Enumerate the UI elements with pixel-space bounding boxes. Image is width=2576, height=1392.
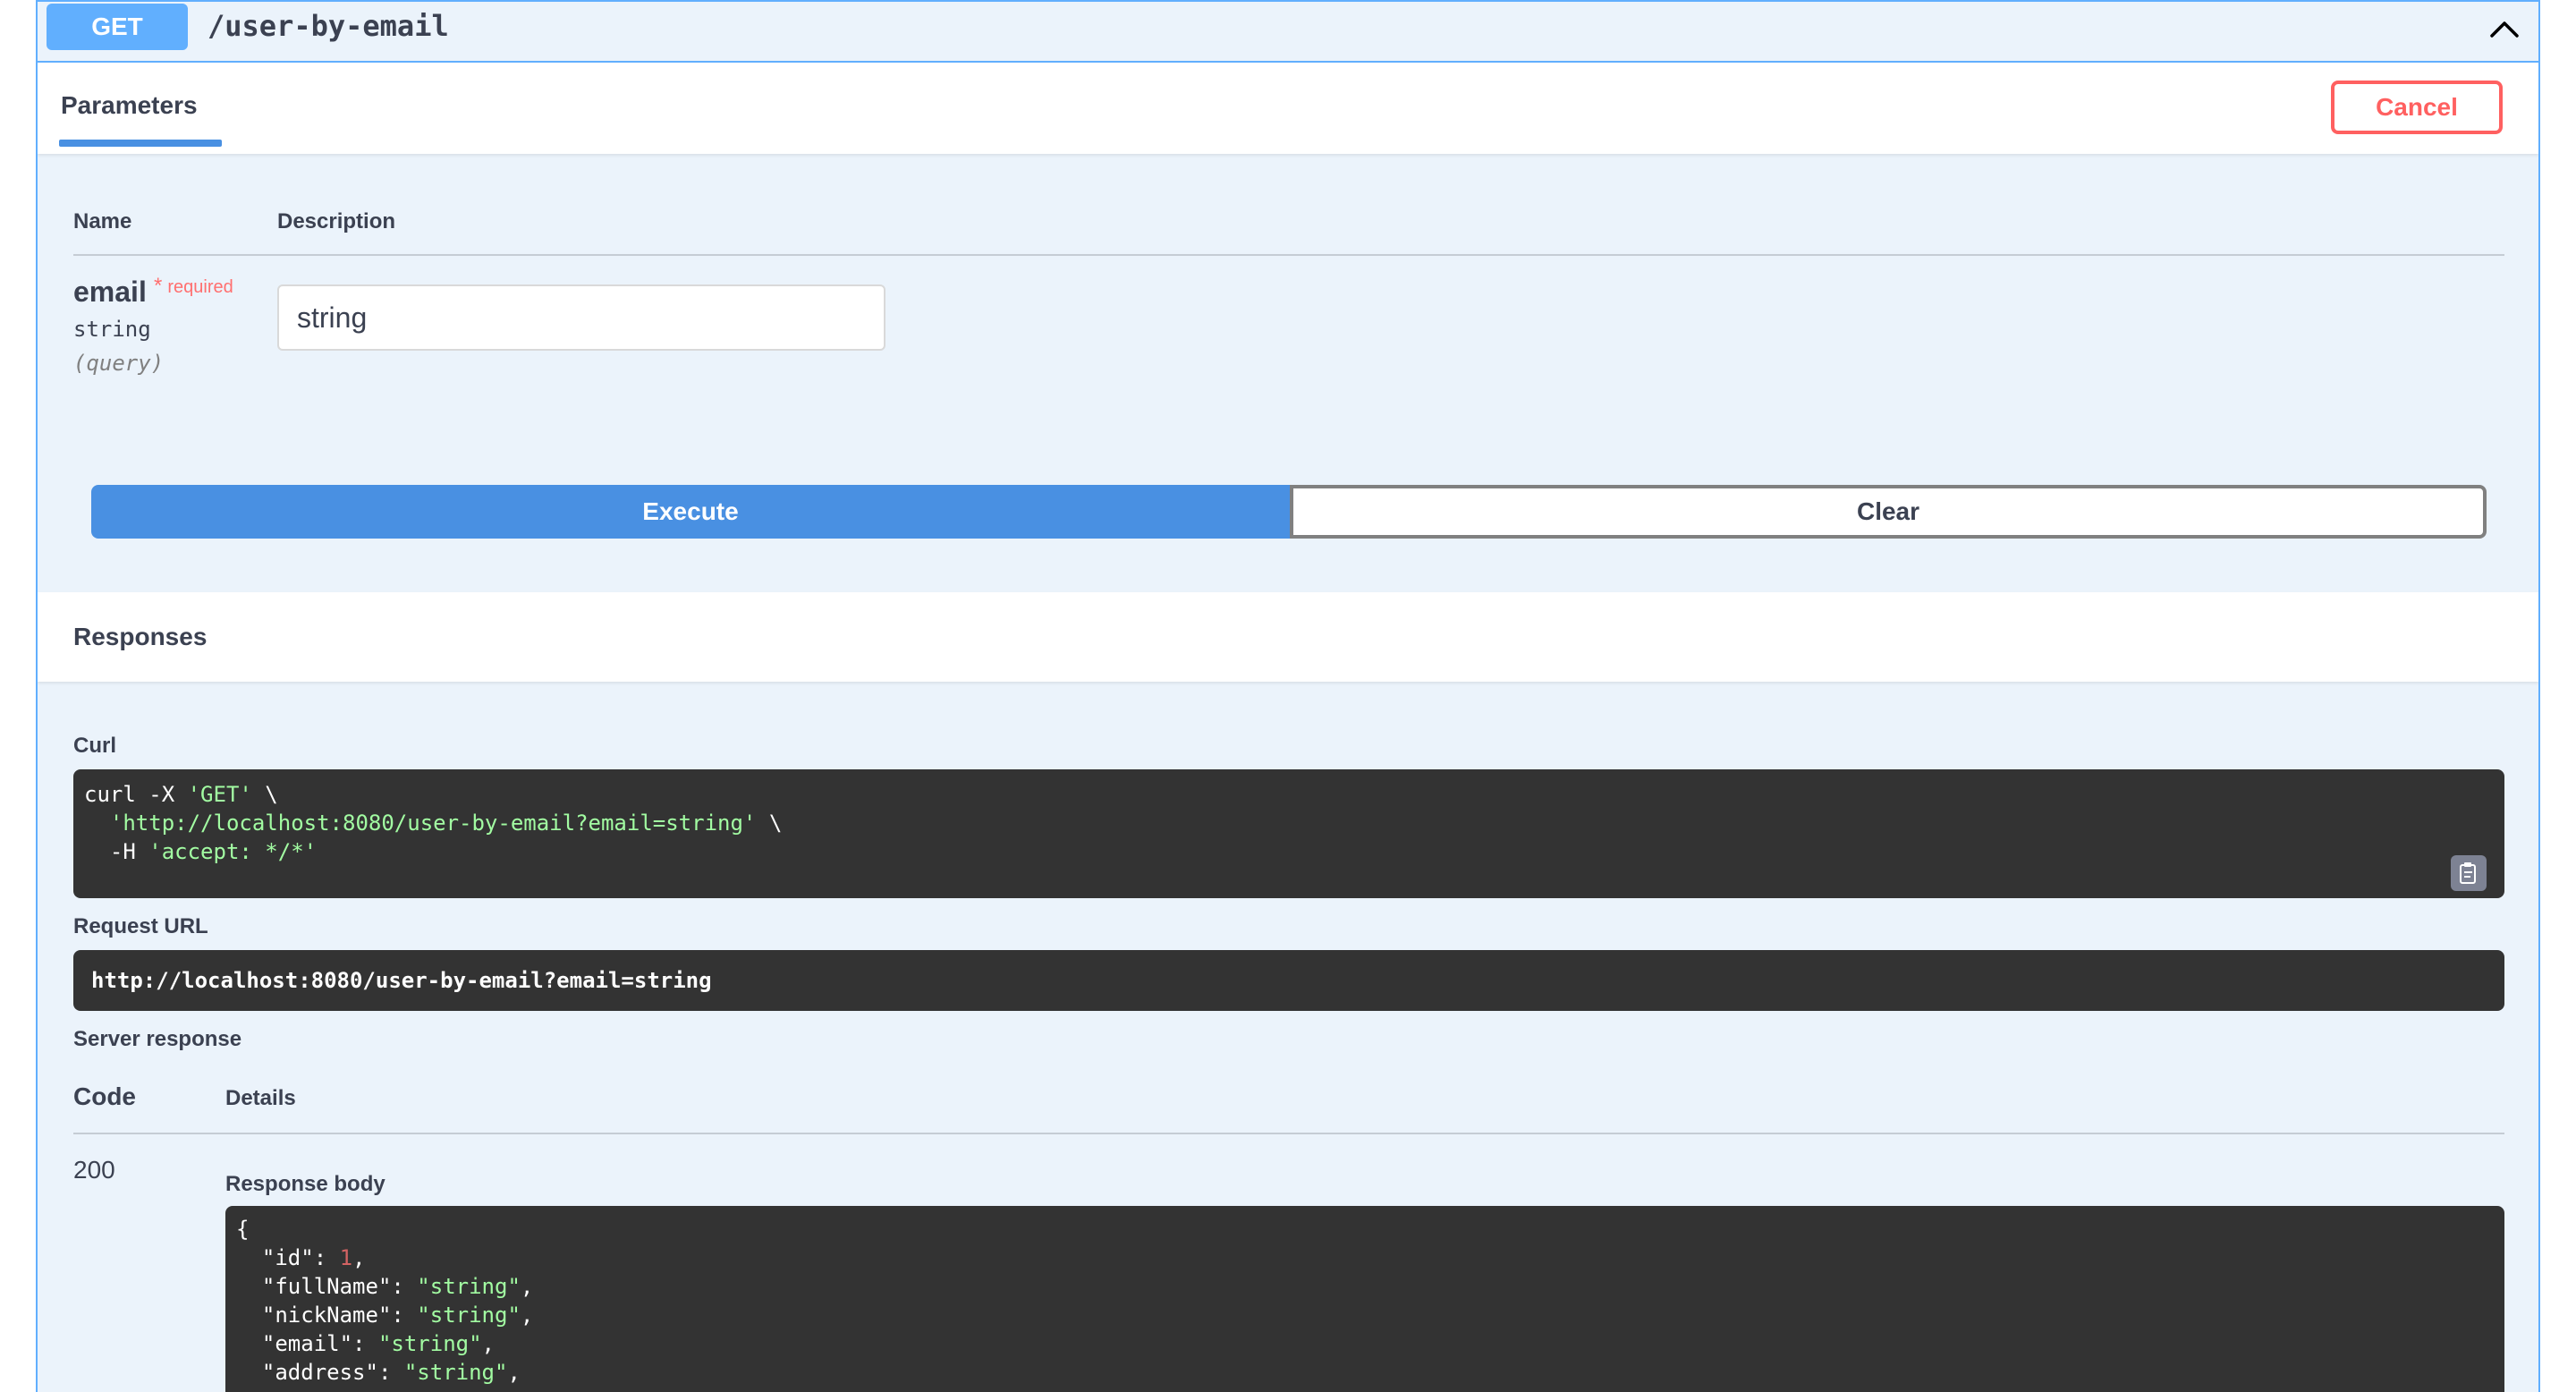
code-string: 'accept: */*' (148, 839, 318, 864)
code-text: "address": (236, 1360, 404, 1385)
http-method-badge: GET (47, 4, 188, 50)
json-line: "nickName": "string", (236, 1301, 2494, 1329)
operation-block: GET /user-by-email Parameters Cancel Nam… (36, 0, 2540, 1392)
tab-parameters[interactable]: Parameters (61, 91, 198, 120)
responses-title: Responses (73, 623, 208, 650)
column-header-details: Details (225, 1086, 296, 1110)
code-text: "id": (236, 1245, 340, 1270)
clipboard-icon[interactable] (2451, 855, 2487, 891)
code-text: -H (84, 839, 149, 864)
responses-header: Responses (38, 592, 2538, 682)
code-text: , (520, 1303, 534, 1328)
code-text: "email": (236, 1331, 378, 1356)
code-text: , (520, 1274, 534, 1299)
code-text: \ (756, 811, 783, 836)
code-text: "nickName": (236, 1303, 418, 1328)
endpoint-path: /user-by-email (208, 9, 449, 43)
chevron-up-icon[interactable] (2487, 11, 2522, 47)
code-text: { (236, 1217, 250, 1242)
clipboard-icon-graphic (2460, 862, 2476, 884)
code-string: 'http://localhost:8080/user-by-email?ema… (109, 811, 757, 836)
code-string: 'GET' (187, 782, 252, 807)
divider (73, 254, 2504, 256)
required-star: * (154, 274, 163, 298)
execute-button[interactable]: Execute (91, 485, 1290, 539)
param-name: email (73, 276, 147, 308)
request-url-value: http://localhost:8080/user-by-email?emai… (73, 950, 2504, 1011)
code-string: "string" (403, 1360, 508, 1385)
clear-button[interactable]: Clear (1290, 485, 2487, 539)
response-body-label: Response body (225, 1172, 386, 1196)
cancel-button[interactable]: Cancel (2331, 81, 2503, 134)
json-line: { (236, 1215, 2494, 1243)
json-line: "id": 1, (236, 1243, 2494, 1272)
curl-code-block: curl -X 'GET' \ 'http://localhost:8080/u… (73, 769, 2504, 898)
code-text: \ (251, 782, 278, 807)
code-text: "fullName": (236, 1274, 418, 1299)
curl-label: Curl (73, 734, 116, 758)
code-number: 1 (339, 1245, 353, 1270)
param-type: string (73, 317, 151, 342)
column-header-code: Code (73, 1082, 136, 1110)
code-string: "string" (417, 1303, 521, 1328)
json-line: "email": "string", (236, 1329, 2494, 1358)
column-header-description: Description (277, 209, 396, 233)
column-header-name: Name (73, 209, 132, 233)
param-location: (query) (73, 351, 165, 376)
code-text: , (481, 1331, 495, 1356)
operation-summary[interactable]: GET /user-by-email (38, 2, 2538, 63)
curl-line: 'http://localhost:8080/user-by-email?ema… (84, 809, 2494, 837)
request-url-label: Request URL (73, 914, 208, 938)
server-response-label: Server response (73, 1027, 242, 1051)
code-string: "string" (417, 1274, 521, 1299)
chevron-up-icon-graphic (2490, 21, 2519, 38)
code-text: curl -X (84, 782, 188, 807)
curl-line: -H 'accept: */*' (84, 837, 2494, 866)
code-text: , (352, 1245, 366, 1270)
json-line: "fullName": "string", (236, 1272, 2494, 1301)
code-string: "string" (377, 1331, 482, 1356)
code-text: , (507, 1360, 521, 1385)
curl-line: curl -X 'GET' \ (84, 780, 2494, 809)
json-line: "address": "string", (236, 1358, 2494, 1387)
divider (73, 1133, 2504, 1134)
param-required-flag: * required (154, 274, 233, 299)
parameters-header: Parameters Cancel (38, 63, 2538, 154)
tab-active-indicator (59, 140, 222, 147)
email-field[interactable] (277, 284, 886, 351)
response-body-block: { "id": 1, "fullName": "string", "nickNa… (225, 1206, 2504, 1392)
status-code: 200 (73, 1156, 115, 1184)
required-label: required (167, 277, 233, 297)
